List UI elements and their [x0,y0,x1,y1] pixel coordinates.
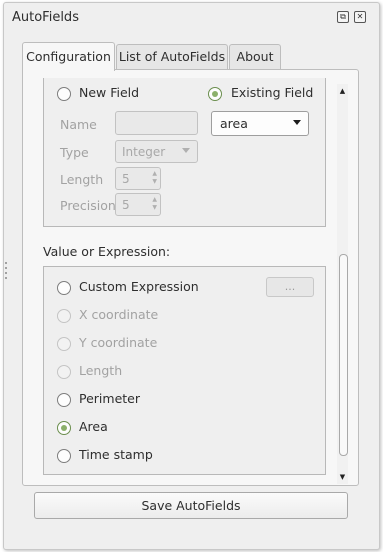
name-input [115,111,198,135]
custom-expression-radio[interactable] [57,281,71,295]
area-radio[interactable] [57,421,71,435]
precision-spinbox: 5 ▲ ▼ [115,193,161,216]
custom-expression-label: Custom Expression [79,279,199,294]
tab-about[interactable]: About [229,44,281,69]
time-stamp-label: Time stamp [79,447,153,462]
precision-spinbox-value: 5 [122,198,130,212]
length-spinbox-value: 5 [122,172,130,186]
spin-arrows-icon: ▲ ▼ [152,196,157,211]
expression-builder-button: ... [266,277,314,297]
y-coordinate-label: Y coordinate [79,335,158,350]
new-field-label: New Field [79,85,140,100]
precision-label: Precision [60,198,116,213]
existing-field-select-value: area [220,116,248,131]
tab-list-of-autofields[interactable]: List of AutoFields [116,44,228,69]
chevron-down-icon [182,148,190,153]
resize-grip[interactable] [5,262,7,282]
length-label: Length [60,172,104,187]
float-panel-icon[interactable]: ⧉ [337,11,349,23]
existing-field-radio[interactable] [208,87,222,101]
time-stamp-radio[interactable] [57,449,71,463]
chevron-down-icon [293,120,301,125]
type-label: Type [60,145,89,160]
existing-field-select[interactable]: area [211,111,309,136]
existing-field-label: Existing Field [231,85,314,100]
new-field-radio[interactable] [57,87,71,101]
scroll-up-arrow-icon[interactable]: ▲ [337,86,348,96]
x-coordinate-radio [57,309,71,323]
length-option-label: Length [79,363,123,378]
save-autofields-button[interactable]: Save AutoFields [34,492,348,519]
type-select-value: Integer [122,145,166,159]
value-or-expression-heading: Value or Expression: [43,244,171,259]
tab-configuration[interactable]: Configuration [22,42,115,71]
panel-title: AutoFields [12,10,79,25]
y-coordinate-radio [57,337,71,351]
x-coordinate-label: X coordinate [79,307,159,322]
close-panel-icon[interactable]: ✕ [354,11,366,23]
perimeter-radio[interactable] [57,393,71,407]
spin-arrows-icon: ▲ ▼ [152,170,157,185]
area-label: Area [79,419,108,434]
type-select: Integer [115,140,198,163]
length-radio [57,365,71,379]
name-label: Name [60,117,97,132]
length-spinbox: 5 ▲ ▼ [115,167,161,190]
perimeter-label: Perimeter [79,391,140,406]
scroll-down-arrow-icon[interactable]: ▼ [337,472,348,482]
scrollbar-thumb[interactable] [339,254,348,456]
